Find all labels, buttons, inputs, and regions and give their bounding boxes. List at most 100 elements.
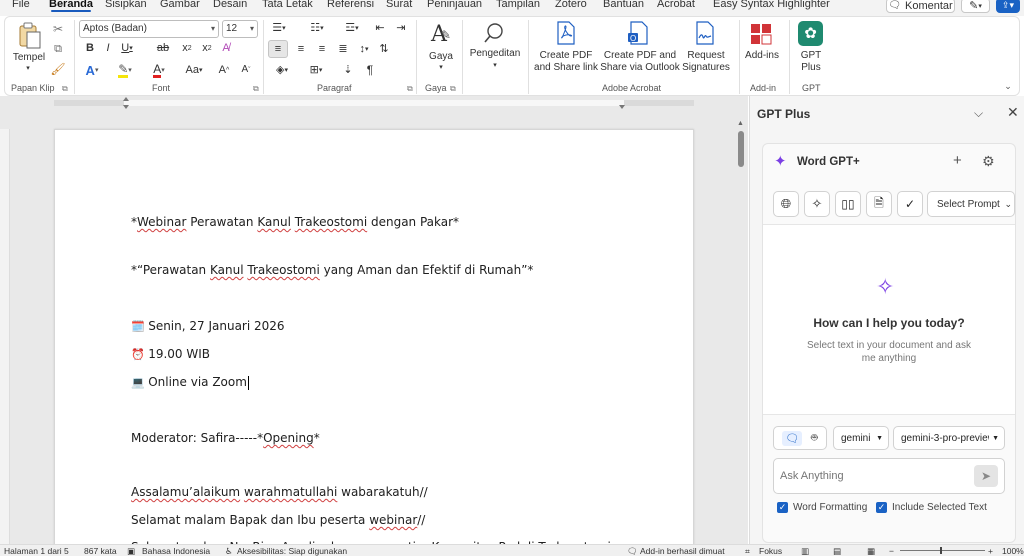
file-button[interactable]: 🗎 bbox=[866, 191, 892, 217]
shrink-font-icon[interactable]: Aˇ bbox=[238, 62, 254, 78]
addins-icon[interactable] bbox=[749, 22, 773, 46]
request-signatures-button[interactable]: Request Signatures bbox=[680, 50, 732, 74]
styles-icon[interactable]: A ✎ bbox=[428, 22, 454, 48]
pane-options-chevron-icon[interactable]: ⌵ bbox=[974, 106, 983, 121]
font-color-icon[interactable]: A ▾ bbox=[148, 62, 170, 78]
styles-chevron-icon[interactable]: ▾ bbox=[435, 62, 447, 74]
page-count[interactable]: Halaman 1 dari 5 bbox=[4, 546, 69, 556]
editing-label[interactable]: Pengeditan bbox=[468, 48, 522, 60]
multilevel-list-icon[interactable]: ☲ ▾ bbox=[341, 20, 363, 36]
scroll-thumb[interactable] bbox=[738, 131, 744, 167]
read-mode-icon[interactable]: ▥ bbox=[801, 546, 809, 556]
language-status[interactable]: Bahasa Indonesia bbox=[142, 546, 210, 556]
create-pdf-outlook-icon[interactable]: O bbox=[627, 21, 651, 45]
agent-mode-icon[interactable]: 🤖︎ bbox=[811, 431, 818, 446]
addins-label[interactable]: Add-ins bbox=[740, 50, 784, 62]
asian-layout-icon[interactable]: ⇣ bbox=[340, 62, 356, 78]
include-selected-checkbox[interactable]: ✓ bbox=[876, 502, 887, 513]
tab-bantuan[interactable]: Bantuan bbox=[603, 0, 644, 10]
superscript-icon[interactable]: x2 bbox=[200, 41, 214, 55]
collapse-ribbon-icon[interactable]: ⌄ bbox=[1002, 80, 1014, 92]
tab-referensi[interactable]: Referensi bbox=[327, 0, 374, 10]
font-name-combo[interactable]: Aptos (Badan) ▾ bbox=[79, 20, 219, 38]
document-paragraph[interactable]: 💻 Online via Zoom bbox=[131, 375, 249, 390]
align-right-icon[interactable]: ≡ bbox=[313, 40, 331, 58]
accessibility-icon[interactable]: ♿︎ bbox=[225, 546, 233, 556]
gpt-plus-icon[interactable]: ✿ bbox=[798, 21, 823, 46]
zoom-out-icon[interactable]: − bbox=[889, 546, 894, 556]
gpt-plus-button[interactable]: GPT Plus bbox=[796, 50, 826, 74]
provider-dropdown[interactable]: gemini ▼ bbox=[833, 426, 889, 450]
font-size-combo[interactable]: 12 ▾ bbox=[222, 20, 258, 38]
mode-toggle[interactable]: 🗨︎ 🤖︎ bbox=[773, 426, 827, 450]
word-formatting-checkbox[interactable]: ✓ bbox=[777, 502, 788, 513]
select-prompt-dropdown[interactable]: Select Prompt ⌄ bbox=[927, 191, 1015, 217]
model-dropdown[interactable]: gemini-3-pro-preview ▼ bbox=[893, 426, 1005, 450]
sparkle-tool-button[interactable]: ✧ bbox=[804, 191, 830, 217]
close-pane-icon[interactable]: ✕ bbox=[1007, 104, 1019, 121]
web-layout-icon[interactable]: ▦ bbox=[867, 546, 875, 556]
tab-easy-syntax[interactable]: Easy Syntax Highlighter bbox=[713, 0, 830, 10]
document-paragraph[interactable]: ⏰ 19.00 WIB bbox=[131, 347, 210, 361]
text-effects-icon[interactable]: A ▾ bbox=[82, 62, 102, 78]
proofing-icon[interactable]: ▣ bbox=[127, 546, 135, 556]
borders-icon[interactable]: ⊞ ▾ bbox=[304, 62, 328, 78]
zoom-slider-thumb[interactable] bbox=[940, 547, 942, 554]
book-button[interactable]: ▯▯ bbox=[835, 191, 861, 217]
scroll-up-icon[interactable]: ▲ bbox=[737, 120, 744, 127]
strikethrough-icon[interactable]: ab bbox=[155, 41, 171, 55]
tab-beranda[interactable]: Beranda bbox=[49, 0, 93, 12]
tab-tampilan[interactable]: Tampilan bbox=[496, 0, 540, 10]
print-layout-icon[interactable]: ▤ bbox=[833, 546, 841, 556]
grow-font-icon[interactable]: A ^ bbox=[216, 62, 232, 78]
highlight-icon[interactable]: ✎ ▾ bbox=[114, 62, 136, 78]
zoom-level[interactable]: 100% bbox=[1002, 546, 1024, 556]
create-pdf-icon[interactable] bbox=[555, 21, 577, 45]
document-paragraph[interactable]: *Webinar Perawatan Kanul Trakeostomi den… bbox=[131, 215, 459, 229]
underline-icon[interactable]: U ▾ bbox=[117, 41, 137, 55]
copy-icon[interactable]: ⧉ bbox=[51, 42, 65, 56]
decrease-indent-icon[interactable]: ⇤ bbox=[372, 20, 388, 36]
numbering-icon[interactable]: ☷ ▾ bbox=[306, 20, 328, 36]
focus-button[interactable]: Fokus bbox=[759, 546, 782, 556]
paragraph-launcher-icon[interactable]: ⧉ bbox=[407, 84, 413, 94]
new-chat-icon[interactable]: + bbox=[953, 152, 962, 169]
italic-icon[interactable]: I bbox=[101, 41, 115, 55]
vertical-scrollbar[interactable]: ▲ bbox=[735, 120, 747, 545]
font-launcher-icon[interactable]: ⧉ bbox=[253, 84, 259, 94]
create-pdf-share-link-button[interactable]: Create PDF and Share link bbox=[532, 50, 600, 74]
share-button[interactable]: ⇪▾ bbox=[996, 0, 1020, 13]
ask-input-box[interactable]: ➤ bbox=[773, 458, 1005, 494]
ask-input[interactable] bbox=[780, 468, 960, 484]
format-painter-icon[interactable]: 🖌 bbox=[50, 62, 65, 76]
editing-chevron-icon[interactable]: ▾ bbox=[489, 60, 501, 72]
styles-launcher-icon[interactable]: ⧉ bbox=[450, 84, 456, 94]
tab-desain[interactable]: Desain bbox=[213, 0, 247, 10]
document-paragraph[interactable]: Selamat malam Bapak dan Ibu peserta webi… bbox=[131, 513, 425, 527]
tab-tata-letak[interactable]: Tata Letak bbox=[262, 0, 313, 10]
tab-zotero[interactable]: Zotero bbox=[555, 0, 587, 10]
line-spacing-icon[interactable]: ↕ ▾ bbox=[354, 40, 374, 58]
send-icon[interactable]: ➤ bbox=[974, 465, 998, 487]
document-paragraph[interactable]: Moderator: Safira-----*Opening* bbox=[131, 431, 320, 445]
tab-sisipkan[interactable]: Sisipkan bbox=[105, 0, 147, 10]
word-count[interactable]: 867 kata bbox=[84, 546, 117, 556]
increase-indent-icon[interactable]: ⇥ bbox=[393, 20, 409, 36]
bullets-icon[interactable]: ☰ ▾ bbox=[268, 20, 290, 36]
align-center-icon[interactable]: ≡ bbox=[292, 40, 310, 58]
check-button[interactable]: ✓ bbox=[897, 191, 923, 217]
create-pdf-outlook-button[interactable]: Create PDF and Share via Outlook bbox=[600, 50, 680, 74]
web-search-button[interactable]: 🌐︎ bbox=[773, 191, 799, 217]
bold-icon[interactable]: B bbox=[83, 41, 97, 55]
search-icon[interactable] bbox=[481, 20, 507, 46]
paste-icon[interactable] bbox=[17, 22, 43, 50]
sort-icon[interactable]: ⇅ bbox=[376, 40, 392, 58]
justify-icon[interactable]: ≣ bbox=[334, 40, 352, 58]
subscript-icon[interactable]: x2 bbox=[180, 41, 194, 55]
focus-icon[interactable]: ⌗ bbox=[745, 546, 750, 556]
chat-mode-icon[interactable]: 🗨︎ bbox=[782, 430, 803, 446]
document-paragraph[interactable]: Assalamu’alaikum warahmatullahi wabaraka… bbox=[131, 485, 428, 499]
tab-file[interactable]: File bbox=[12, 0, 30, 10]
document-paragraph[interactable]: 🗓️ Senin, 27 Januari 2026 bbox=[131, 319, 285, 333]
tab-acrobat[interactable]: Acrobat bbox=[657, 0, 695, 10]
